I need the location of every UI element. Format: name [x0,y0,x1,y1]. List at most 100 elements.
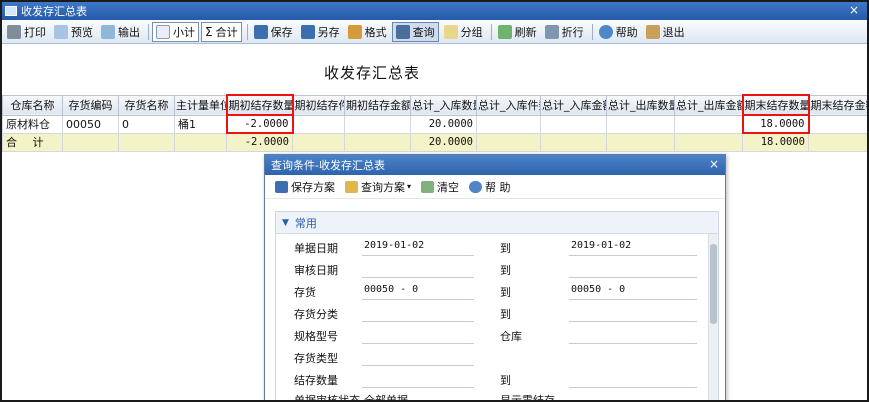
field-label: 存货分类 [294,308,338,321]
balance-qty-to-input[interactable] [569,372,697,388]
save-icon [275,180,288,193]
wrap-button[interactable]: 折行 [542,22,587,42]
field-row: 存货分类 到 [276,302,706,324]
total-label: 合 计 [2,132,63,152]
column-header[interactable]: 存货名称 [118,94,175,116]
help-icon [598,24,613,39]
table-cell[interactable]: 桶1 [174,114,227,134]
table-row[interactable]: 原材料仓 00050 0 桶1 -2.0000 20.0000 18.0000 [2,114,867,134]
column-header[interactable]: 期末结存金额 [808,94,867,116]
field-label: 到 [500,264,511,277]
table-cell[interactable]: 20.0000 [410,114,477,134]
subtotal-button[interactable]: 小计 [152,21,199,42]
table-cell [540,132,607,152]
field-label: 到 [500,374,511,387]
table-cell[interactable] [476,114,541,134]
table-cell: -2.0000 [226,132,293,152]
table-cell [808,132,867,152]
table-cell[interactable] [808,114,867,134]
table-cell [674,132,743,152]
save-as-button[interactable]: 另存 [298,22,343,42]
table-cell-highlighted[interactable]: -2.0000 [225,114,294,134]
inventory-type-input[interactable] [362,350,474,366]
query-icon [395,24,410,39]
field-label: 单据审核状态 [294,394,360,402]
table-cell: 20.0000 [410,132,477,152]
spec-input[interactable] [362,328,474,344]
field-row: 存货类型 [276,346,706,368]
refresh-button[interactable]: 刷新 [495,22,540,42]
help-icon [469,180,483,193]
audit-date-to-input[interactable] [569,262,697,278]
export-button[interactable]: 输出 [98,22,143,42]
save-button[interactable]: 保存 [251,22,296,42]
table-cell[interactable] [606,114,675,134]
column-header[interactable]: 总计_出库数量 [606,94,675,116]
category-to-input[interactable] [569,306,697,322]
table-cell [62,132,119,152]
table-cell-highlighted[interactable]: 18.0000 [741,114,810,134]
format-button[interactable]: 格式 [345,22,390,42]
column-header[interactable]: 仓库名称 [2,94,63,116]
group-button[interactable]: 分组 [441,22,486,42]
table-cell[interactable]: 00050 [62,114,119,134]
window-close-icon[interactable]: × [847,4,861,17]
audit-status-select[interactable]: 全部单据 [362,392,474,400]
date-to-input[interactable]: 2019-01-02 [569,240,697,256]
inventory-to-input[interactable]: 00050 - 0 [569,284,697,300]
query-scheme-button[interactable]: 查询方案 ▾ [345,179,411,195]
dialog-close-icon[interactable]: × [709,158,719,171]
preview-button[interactable]: 预览 [51,22,96,42]
field-label: 显示零结存... [500,394,566,402]
scrollbar-thumb[interactable] [710,244,717,324]
column-header[interactable]: 总计_入库数量 [410,94,477,116]
dialog-help-button[interactable]: 帮 助 [469,179,511,195]
save-scheme-button[interactable]: 保存方案 [275,179,335,195]
table-cell [292,132,345,152]
total-row[interactable]: 合 计 -2.0000 20.0000 18.0000 [2,132,867,152]
table-cell[interactable]: 原材料仓 [2,114,63,134]
window-titlebar: 收发存汇总表 × [2,2,867,20]
field-row: 结存数量 到 [276,368,706,390]
total-button[interactable]: Σ 合计 [201,21,242,42]
vertical-scrollbar[interactable] [708,234,718,400]
field-label: 结存数量 [294,374,338,387]
inventory-from-input[interactable]: 00050 - 0 [362,284,474,300]
column-header[interactable]: 期初结存金额 [344,94,411,116]
balance-qty-from-input[interactable] [362,372,474,388]
chevron-down-icon: ▾ [407,182,412,191]
column-header[interactable]: 总计_入库件数 [476,94,541,116]
audit-date-from-input[interactable] [362,262,474,278]
column-header[interactable]: 总计_出库金额 [674,94,743,116]
subtotal-icon [156,24,170,39]
query-button[interactable]: 查询 [391,21,439,42]
field-label: 存货 [294,286,316,299]
field-label: 单据日期 [294,242,338,255]
print-button[interactable]: 打印 [4,22,49,42]
column-header[interactable]: 存货编码 [62,94,119,116]
table-cell[interactable] [292,114,345,134]
app-icon [5,6,17,16]
column-header-highlighted[interactable]: 期末结存数量 [741,94,810,116]
section-common[interactable]: ▼ 常用 [276,212,718,234]
warehouse-input[interactable] [569,328,697,344]
field-row: 存货 00050 - 0 到 00050 - 0 [276,280,706,302]
date-from-input[interactable]: 2019-01-02 [362,240,474,256]
table-cell[interactable] [344,114,411,134]
column-header[interactable]: 主计量单位 [174,94,227,116]
column-header-highlighted[interactable]: 期初结存数量 [225,94,294,116]
toolbar-separator [148,23,149,40]
category-from-input[interactable] [362,306,474,322]
exit-button[interactable]: 退出 [643,22,688,42]
column-header[interactable]: 总计_入库金额 [540,94,607,116]
table-cell[interactable] [674,114,743,134]
report-title: 收发存汇总表 [323,64,420,82]
clear-icon [421,180,435,193]
help-button[interactable]: 帮助 [596,22,641,42]
format-icon [347,24,362,39]
table-cell[interactable] [540,114,607,134]
clear-button[interactable]: 清空 [421,179,459,195]
column-header[interactable]: 期初结存件数 [292,94,345,116]
table-cell[interactable]: 0 [118,114,175,134]
toolbar: 打印 预览 输出 小计 Σ 合计 保存 另存 格式 查询 分组 刷新 折行 帮助 … [2,20,867,44]
